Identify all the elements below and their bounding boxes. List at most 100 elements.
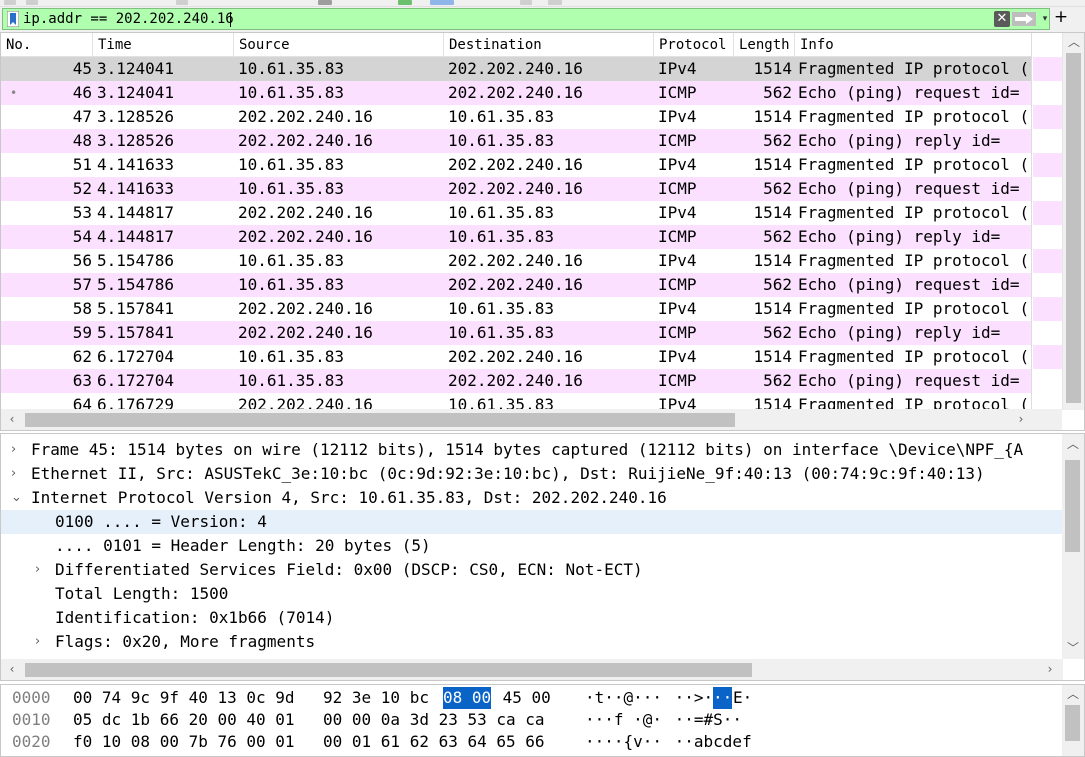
packet-row[interactable]: 64 6.176729 202.202.240.16 10.61.35.83 IPv4 1… [1,393,1031,410]
expand-chevron-icon[interactable]: › [11,462,16,486]
byte-offset: 0000 [12,688,51,707]
cell-proto: IPv4 [658,251,697,270]
packet-row[interactable]: 54 4.144817 202.202.240.16 10.61.35.83 ICMP 5… [1,225,1031,249]
packet-list-vertical-scrollbar[interactable]: ︿ [1062,33,1084,410]
ascii-bytes: ··=#S·· [665,710,743,729]
cell-time: 3.124041 [97,59,175,78]
packet-list-horizontal-scrollbar[interactable]: ‹ › [1,409,1062,430]
cell-dst: 10.61.35.83 [448,203,554,222]
scroll-left-icon[interactable]: ‹ [3,661,21,677]
column-header-destination[interactable]: Destination [444,33,654,57]
expand-chevron-icon[interactable]: › [11,438,16,462]
scroll-up-icon[interactable]: ︿ [1065,34,1083,50]
cell-no: 45 [72,59,92,78]
packet-row[interactable]: 58 5.157841 202.202.240.16 10.61.35.83 IPv4 1… [1,297,1031,321]
column-header-length[interactable]: Length [734,33,795,57]
tree-item[interactable]: Total Length: 1500 [1,582,1063,606]
cell-proto: ICMP [658,275,697,294]
scroll-up-icon[interactable]: ︿ [1064,686,1082,702]
cell-no: 48 [72,131,92,150]
cell-no: 53 [72,203,92,222]
toolbar-icon[interactable] [430,0,454,5]
packet-row[interactable]: 52 4.141633 10.61.35.83 202.202.240.16 ICMP 5… [1,177,1031,201]
tree-item[interactable]: › Ethernet II, Src: ASUSTekC_3e:10:bc (0c… [1,462,1063,486]
column-header-no[interactable]: No. [1,33,93,57]
scrollbar-thumb[interactable] [25,413,735,427]
tree-item[interactable]: › Frame 45: 1514 bytes on wire (12112 bit… [1,438,1063,462]
toolbar-icon[interactable] [520,0,532,5]
cell-info: Fragmented IP protocol ( [798,347,1030,366]
ascii-bytes: ···f ·@· [585,710,663,729]
cell-time: 3.124041 [97,83,175,102]
column-header-source[interactable]: Source [234,33,444,57]
packet-row[interactable]: 59 5.157841 202.202.240.16 10.61.35.83 ICMP 5… [1,321,1031,345]
toolbar-icon[interactable] [398,0,412,5]
expand-chevron-icon[interactable]: › [35,630,40,654]
scroll-down-icon[interactable]: ﹀ [1064,640,1082,656]
cell-proto: IPv4 [658,203,697,222]
packet-minimap[interactable] [1031,33,1062,410]
toolbar-icon[interactable] [176,0,188,5]
cell-proto: IPv4 [658,347,697,366]
packet-row[interactable]: 47 3.128526 202.202.240.16 10.61.35.83 IPv4 1… [1,105,1031,129]
hex-bytes: 92 3e 10 bc [323,688,439,707]
column-header-info[interactable]: Info [795,33,1031,57]
scrollbar-thumb[interactable] [1066,53,1081,403]
cell-src: 10.61.35.83 [238,371,344,390]
bytes-vertical-scrollbar[interactable]: ︿ [1062,685,1084,756]
cell-proto: IPv4 [658,59,697,78]
cell-no: 54 [72,227,92,246]
filter-history-dropdown-icon[interactable]: ▾ [1039,11,1051,27]
scroll-left-icon[interactable]: ‹ [3,411,21,427]
packet-row[interactable]: 48 3.128526 202.202.240.16 10.61.35.83 ICMP 5… [1,129,1031,153]
packet-row[interactable]: 62 6.172704 10.61.35.83 202.202.240.16 IPv4 1… [1,345,1031,369]
add-filter-button-icon[interactable]: + [1053,9,1069,27]
bookmark-icon[interactable] [7,11,19,27]
packet-row[interactable]: 57 5.154786 10.61.35.83 202.202.240.16 ICMP 5… [1,273,1031,297]
toolbar-icon[interactable] [318,0,332,5]
packet-row[interactable]: 51 4.141633 10.61.35.83 202.202.240.16 IPv4 1… [1,153,1031,177]
toolbar-icon[interactable] [26,0,38,5]
details-horizontal-scrollbar[interactable]: ‹ › [1,659,1063,680]
collapse-chevron-icon[interactable]: ⌄ [11,486,22,510]
scrollbar-thumb[interactable] [1065,460,1080,552]
cell-src: 202.202.240.16 [238,131,373,150]
details-vertical-scrollbar[interactable]: ︿ ﹀ [1062,434,1084,659]
tree-item[interactable]: Identification: 0x1b66 (7014) [1,606,1063,630]
tree-item[interactable]: .... 0101 = Header Length: 20 bytes (5) [1,534,1063,558]
display-filter-input[interactable] [23,9,983,29]
cell-time: 5.157841 [97,323,175,342]
cell-src: 10.61.35.83 [238,275,344,294]
scroll-right-icon[interactable]: › [1041,661,1059,677]
packet-row[interactable]: 63 6.172704 10.61.35.83 202.202.240.16 ICMP 5… [1,369,1031,393]
scrollbar-thumb[interactable] [25,663,752,677]
column-header-time[interactable]: Time [93,33,234,57]
scroll-up-icon[interactable]: ︿ [1064,436,1082,452]
column-header-protocol[interactable]: Protocol [654,33,734,57]
toolbar-icon[interactable] [4,0,16,5]
tree-item-label: Internet Protocol Version 4, Src: 10.61.… [31,488,667,507]
cell-dst: 202.202.240.16 [448,347,583,366]
toolbar-icon[interactable] [548,0,562,5]
scroll-right-icon[interactable]: › [1012,411,1030,427]
expand-chevron-icon[interactable]: › [35,558,40,582]
cell-info: Echo (ping) request id= [798,83,1020,102]
tree-item[interactable]: › Flags: 0x20, More fragments [1,630,1063,654]
text-cursor [230,12,231,27]
clear-filter-icon[interactable]: ✕ [994,11,1010,27]
scrollbar-thumb[interactable] [1065,705,1080,741]
packet-row[interactable]: 53 4.144817 202.202.240.16 10.61.35.83 IPv4 1… [1,201,1031,225]
minimap-band [1033,369,1062,393]
packet-row[interactable]: • 46 3.124041 10.61.35.83 202.202.240.16 ICMP… [1,81,1031,105]
cell-proto: ICMP [658,131,697,150]
tree-item[interactable]: 0100 .... = Version: 4 [1,510,1063,534]
packet-row[interactable]: 56 5.154786 10.61.35.83 202.202.240.16 IPv4 1… [1,249,1031,273]
apply-filter-arrow-icon[interactable] [1012,12,1036,26]
ascii-bytes: E· [733,688,753,707]
tree-item[interactable]: › Differentiated Services Field: 0x00 (DS… [1,558,1063,582]
cell-info: Echo (ping) reply id= [798,131,1001,150]
cell-proto: IPv4 [658,395,697,410]
cell-time: 4.141633 [97,179,175,198]
tree-item[interactable]: ⌄ Internet Protocol Version 4, Src: 10.61… [1,486,1063,510]
packet-row[interactable]: 45 3.124041 10.61.35.83 202.202.240.16 IPv4 1… [1,57,1031,81]
